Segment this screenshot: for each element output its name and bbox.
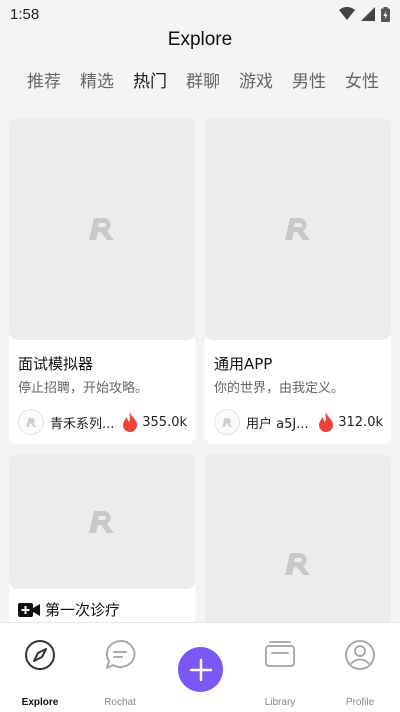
page-title: Explore xyxy=(167,29,233,50)
status-icons xyxy=(339,6,390,22)
status-time: 1:58 xyxy=(10,5,40,23)
heat-count: 312.0k xyxy=(338,414,383,430)
plus-icon xyxy=(189,658,212,681)
compass-icon xyxy=(25,640,55,670)
nav-profile-label: Profile xyxy=(345,697,375,708)
battery-icon xyxy=(381,6,390,22)
chat-bubble-icon xyxy=(105,639,136,669)
nav-explore[interactable]: Explore xyxy=(10,637,70,708)
avatar-logo-icon xyxy=(221,417,232,427)
nav-profile[interactable]: Profile xyxy=(330,637,390,708)
character-card[interactable]: 第一次诊疗 xyxy=(9,454,195,634)
nav-library[interactable]: Library xyxy=(250,637,310,708)
card-description: 停止招聘，开始攻略。 xyxy=(18,381,149,396)
card-footer: 用户 a5J... 312.0k xyxy=(214,409,383,435)
bottom-navigation: Explore Rochat Library Profile xyxy=(0,622,400,712)
card-title: 第一次诊疗 xyxy=(45,601,121,619)
character-card[interactable]: 面试模拟器 停止招聘，开始攻略。 青禾系列... 355.0k xyxy=(9,118,195,444)
avatar-logo-icon xyxy=(25,417,36,427)
nav-library-label: Library xyxy=(264,697,296,708)
nav-explore-label: Explore xyxy=(21,697,59,708)
author-avatar xyxy=(18,409,44,435)
status-bar: 1:58 xyxy=(0,0,400,28)
fire-icon xyxy=(123,412,138,432)
tab-featured[interactable]: 精选 xyxy=(80,70,114,94)
card-title-row: 第一次诊疗 xyxy=(18,599,120,620)
placeholder-logo-icon xyxy=(89,218,114,240)
tab-male[interactable]: 男性 xyxy=(292,70,326,94)
card-image-placeholder xyxy=(205,118,391,340)
wifi-icon xyxy=(339,7,355,20)
character-card[interactable]: 通用APP 你的世界，由我定义。 用户 a5J... 312.0k xyxy=(205,118,391,444)
heat-stat: 312.0k xyxy=(318,412,383,432)
card-image-placeholder xyxy=(205,454,391,634)
card-image-placeholder xyxy=(9,454,195,589)
library-icon xyxy=(265,641,295,667)
author-name: 青禾系列... xyxy=(50,416,114,432)
placeholder-logo-icon xyxy=(285,218,310,240)
author-name: 用户 a5J... xyxy=(246,416,309,432)
profile-icon xyxy=(345,640,375,670)
card-description: 你的世界，由我定义。 xyxy=(214,381,345,396)
card-footer: 青禾系列... 355.0k xyxy=(18,409,187,435)
nav-rochat-label: Rochat xyxy=(104,697,136,708)
heat-stat: 355.0k xyxy=(122,412,187,432)
placeholder-logo-icon xyxy=(285,553,310,575)
tab-recommend[interactable]: 推荐 xyxy=(27,70,61,94)
tab-games[interactable]: 游戏 xyxy=(239,70,273,94)
nav-rochat[interactable]: Rochat xyxy=(90,637,150,708)
character-card[interactable] xyxy=(205,454,391,634)
signal-icon xyxy=(361,7,375,21)
create-button[interactable] xyxy=(178,647,223,692)
category-tabs: 推荐 精选 热门 群聊 游戏 男性 女性 xyxy=(27,70,379,94)
placeholder-logo-icon xyxy=(89,510,114,533)
author-avatar xyxy=(214,409,240,435)
card-title: 面试模拟器 xyxy=(18,355,94,373)
tab-group-chat[interactable]: 群聊 xyxy=(186,70,220,94)
card-image-placeholder xyxy=(9,118,195,340)
tab-popular[interactable]: 热门 xyxy=(133,70,167,94)
fire-icon xyxy=(319,412,334,432)
heat-count: 355.0k xyxy=(142,414,187,430)
tab-female[interactable]: 女性 xyxy=(345,70,379,94)
video-icon xyxy=(18,602,40,617)
card-title: 通用APP xyxy=(214,355,273,373)
